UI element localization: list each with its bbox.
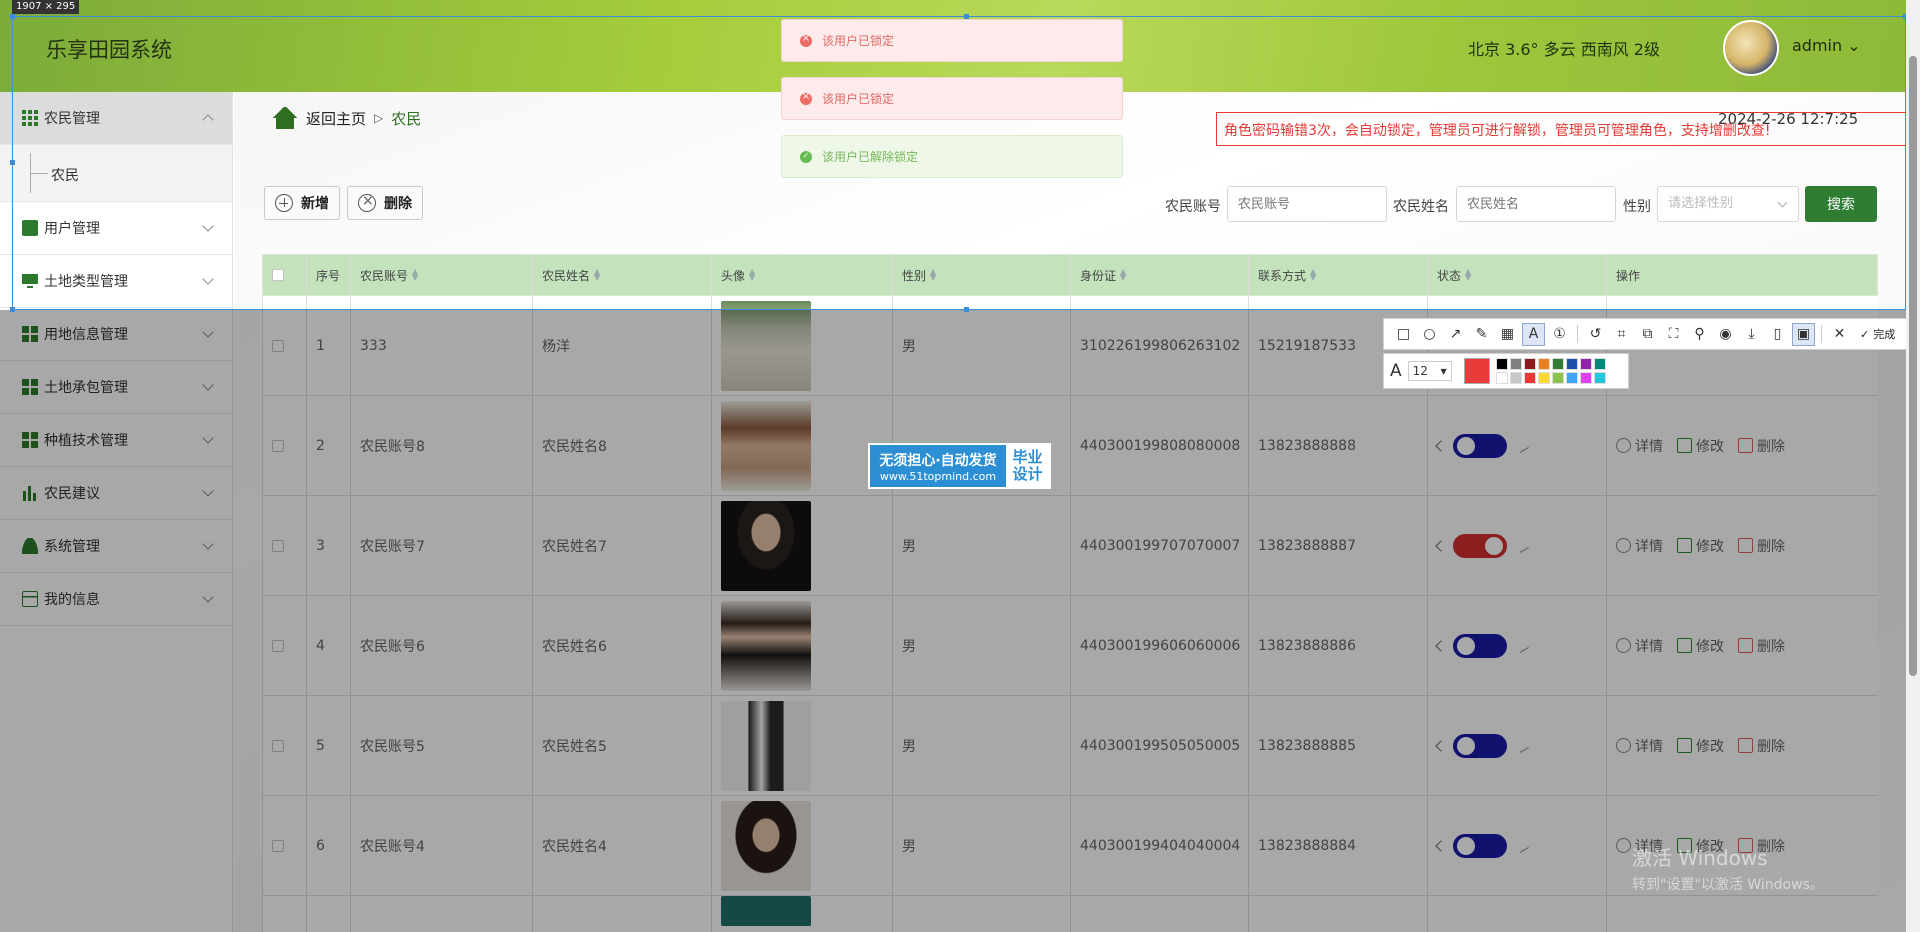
ellipse-tool-icon[interactable]: ○ xyxy=(1418,323,1441,346)
ocr-icon[interactable]: ⌗ xyxy=(1610,323,1633,346)
error-icon xyxy=(800,33,812,47)
windows-activation-watermark: 激活 Windows 转到"设置"以激活 Windows。 xyxy=(1632,842,1824,894)
pen-tool-icon[interactable]: ✎ xyxy=(1470,323,1493,346)
text-tool-icon[interactable]: A xyxy=(1522,322,1545,346)
undo-icon[interactable]: ↺ xyxy=(1584,323,1607,346)
toast-text: 该用户已锁定 xyxy=(822,34,895,48)
capture-size-label: 1907 × 295 xyxy=(12,0,80,14)
pin-icon[interactable]: ⚲ xyxy=(1688,323,1711,346)
toolbar-divider xyxy=(1821,325,1822,343)
rectangle-tool-icon[interactable]: □ xyxy=(1392,323,1415,346)
mosaic-tool-icon[interactable]: ▦ xyxy=(1496,323,1519,346)
color-swatch[interactable] xyxy=(1495,372,1508,384)
font-size-select[interactable]: 12 ▼ xyxy=(1407,361,1452,381)
color-swatch[interactable] xyxy=(1593,358,1606,370)
watermark-left: 无须担心·自动发货 www.51topmind.com xyxy=(870,445,1006,487)
check-icon: ✓ xyxy=(1860,327,1870,341)
color-swatch[interactable] xyxy=(1537,358,1550,370)
record-icon[interactable]: ◉ xyxy=(1714,323,1737,346)
color-swatch[interactable] xyxy=(1523,372,1536,384)
color-swatch[interactable] xyxy=(1523,358,1536,370)
toast-text: 该用户已解除锁定 xyxy=(822,150,919,164)
chevron-down-icon: ▼ xyxy=(1440,366,1447,376)
color-swatch[interactable] xyxy=(1509,372,1522,384)
color-palette xyxy=(1495,358,1606,384)
watermark-line: 无须担心·自动发货 xyxy=(879,452,997,469)
color-swatch[interactable] xyxy=(1579,358,1592,370)
download-icon[interactable]: ⤓ xyxy=(1740,323,1763,346)
page-scrollbar[interactable] xyxy=(1906,0,1920,932)
translate-icon[interactable]: ⧉ xyxy=(1636,323,1659,346)
font-icon: A xyxy=(1390,361,1402,381)
color-swatch[interactable] xyxy=(1537,372,1550,384)
color-swatch[interactable] xyxy=(1495,358,1508,370)
color-swatch[interactable] xyxy=(1565,358,1578,370)
activation-title: 激活 Windows xyxy=(1632,846,1768,870)
annotation-textbox[interactable]: 角色密码输错3次，会自动锁定，管理员可进行解锁，管理员可管理角色，支持增删改查! xyxy=(1216,112,1916,146)
color-swatch[interactable] xyxy=(1551,358,1564,370)
long-capture-icon[interactable]: ⛶ xyxy=(1662,323,1685,346)
color-swatch[interactable] xyxy=(1509,358,1522,370)
text-style-toolbar: A 12 ▼ xyxy=(1383,353,1629,389)
toolbar-divider xyxy=(1577,325,1578,343)
color-swatch[interactable] xyxy=(1593,372,1606,384)
success-icon xyxy=(800,150,812,163)
resize-handle[interactable] xyxy=(10,14,15,19)
resize-handle[interactable] xyxy=(10,160,15,165)
number-tool-icon[interactable]: ① xyxy=(1548,323,1571,346)
current-color-swatch[interactable] xyxy=(1463,358,1490,384)
save-icon[interactable]: ▣ xyxy=(1792,322,1815,346)
watermark-right-line: 设计 xyxy=(1012,465,1043,483)
watermark-right: 毕业 设计 xyxy=(1006,445,1049,487)
font-size-value: 12 xyxy=(1412,364,1428,378)
color-swatch[interactable] xyxy=(1551,372,1564,384)
arrow-tool-icon[interactable]: ↗ xyxy=(1444,323,1467,346)
scrollbar-thumb[interactable] xyxy=(1909,56,1917,676)
watermark-badge: 无须担心·自动发货 www.51topmind.com 毕业 设计 xyxy=(868,443,1051,489)
toast-text: 该用户已锁定 xyxy=(822,92,895,106)
done-label: 完成 xyxy=(1873,328,1896,341)
phone-icon[interactable]: ▯ xyxy=(1766,323,1789,346)
resize-handle[interactable] xyxy=(10,307,15,312)
toast-error: 该用户已锁定 xyxy=(781,19,1123,62)
color-swatch[interactable] xyxy=(1565,372,1578,384)
color-swatch[interactable] xyxy=(1579,372,1592,384)
resize-handle[interactable] xyxy=(964,307,969,312)
watermark-right-line: 毕业 xyxy=(1012,448,1043,466)
capture-dim-overlay xyxy=(0,310,1920,932)
activation-hint: 转到"设置"以激活 Windows。 xyxy=(1632,877,1824,893)
capture-toolbar: □ ○ ↗ ✎ ▦ A ① ↺ ⌗ ⧉ ⛶ ⚲ ◉ ⤓ ▯ ▣ ✕ ✓ 完成 xyxy=(1383,318,1913,350)
toast-success: 该用户已解除锁定 xyxy=(781,135,1123,178)
close-icon[interactable]: ✕ xyxy=(1828,323,1851,346)
watermark-url: www.51topmind.com xyxy=(879,469,997,483)
toast-error: 该用户已锁定 xyxy=(781,77,1123,120)
error-icon xyxy=(800,91,812,105)
done-button[interactable]: ✓ 完成 xyxy=(1860,326,1895,342)
